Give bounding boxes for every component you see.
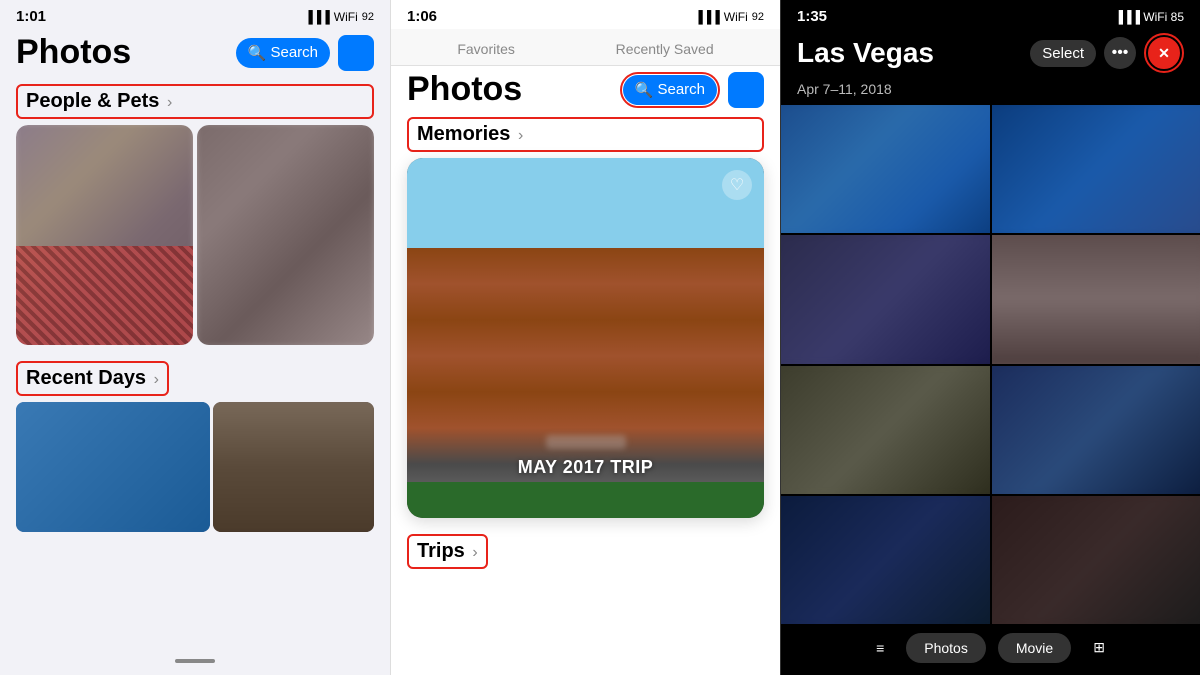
people-pets-box: People & Pets › (16, 84, 374, 119)
grid-cell-5[interactable] (781, 366, 990, 494)
photos-title-1: Photos (16, 33, 131, 72)
person-thumb-1[interactable] (16, 125, 193, 345)
grid-cell-7[interactable] (781, 496, 990, 624)
photo-2 (992, 105, 1200, 233)
scroll-indicator-1 (175, 659, 215, 663)
search-button-1[interactable]: 🔍 Search (236, 38, 330, 68)
album-title: Las Vegas (797, 37, 934, 69)
recent-day-thumbnails (16, 402, 374, 532)
memories-chevron: › (518, 127, 523, 144)
status-bar-1: 1:01 ▐▐▐ WiFi 92 (0, 0, 390, 29)
memory-blur-strip (546, 435, 626, 449)
list-view-button[interactable]: ≡ (866, 633, 894, 663)
close-icon: ✕ (1158, 45, 1170, 62)
signal-icon-2: ▐▐▐ (694, 10, 720, 24)
grid-cell-6[interactable] (992, 366, 1200, 494)
memory-card[interactable]: ♡ MAY 2017 TRIP (407, 158, 764, 518)
memory-label-box: MAY 2017 TRIP (407, 435, 764, 478)
top-tabs: Favorites Recently Saved (391, 29, 780, 66)
close-button-box: ✕ (1144, 33, 1184, 73)
photo-7 (781, 496, 990, 624)
recent-thumb-blur-1 (16, 402, 210, 532)
photos-tab-button[interactable]: Photos (906, 633, 986, 663)
list-icon: ≡ (876, 640, 884, 656)
memories-label[interactable]: Memories › (409, 119, 762, 150)
las-vegas-header: Las Vegas Select ••• ✕ (781, 29, 1200, 81)
photos-header-2: Photos 🔍 Search (391, 66, 780, 117)
memories-box: Memories › (407, 117, 764, 152)
recent-days-box: Recent Days › (16, 361, 169, 396)
search-button-2[interactable]: 🔍 Search (623, 75, 717, 105)
grid-cell-8[interactable] (992, 496, 1200, 624)
close-button[interactable]: ✕ (1148, 37, 1180, 69)
recent-days-section: Recent Days › (0, 353, 390, 532)
face-blur-2 (197, 125, 374, 345)
bottom-bar: ≡ Photos Movie ⊞ (781, 624, 1200, 675)
recent-days-label[interactable]: Recent Days › (18, 363, 167, 394)
search-icon-1: 🔍 (248, 44, 267, 62)
phone-panel-1: 1:01 ▐▐▐ WiFi 92 Photos 🔍 Search People … (0, 0, 390, 675)
memory-title: MAY 2017 TRIP (407, 457, 764, 478)
photos-tab-label: Photos (924, 640, 968, 656)
movie-tab-button[interactable]: Movie (998, 633, 1071, 663)
recent-thumb-blue[interactable] (16, 402, 210, 532)
photo-4 (992, 235, 1200, 363)
avatar-square-1[interactable] (338, 35, 374, 71)
select-button[interactable]: Select (1030, 40, 1096, 67)
recent-days-chevron: › (154, 371, 159, 388)
status-icons-1: ▐▐▐ WiFi 92 (304, 10, 374, 24)
photo-6 (992, 366, 1200, 494)
avatar-square-2[interactable] (728, 72, 764, 108)
status-icons-2: ▐▐▐ WiFi 92 (694, 10, 764, 24)
grid-cell-3[interactable] (781, 235, 990, 363)
movie-tab-label: Movie (1016, 640, 1053, 656)
status-time-2: 1:06 (407, 8, 437, 25)
grid-view-button[interactable]: ⊞ (1083, 632, 1115, 663)
wifi-icon-2: WiFi (724, 10, 748, 24)
photo-5 (781, 366, 990, 494)
trips-box: Trips › (407, 534, 488, 569)
search-icon-2: 🔍 (635, 81, 654, 99)
battery-icon: 92 (362, 11, 374, 23)
status-icons-3: ▐▐▐ WiFi 85 (1114, 10, 1184, 24)
status-time-1: 1:01 (16, 8, 46, 25)
search-button-box: 🔍 Search (620, 72, 720, 108)
photos-title-2: Photos (407, 70, 522, 109)
grid-cell-2[interactable] (992, 105, 1200, 233)
photo-1 (781, 105, 990, 233)
trips-label[interactable]: Trips › (409, 536, 486, 567)
recent-thumb-blur-2 (213, 402, 374, 532)
grid-cell-1[interactable] (781, 105, 990, 233)
photo-grid (781, 105, 1200, 624)
people-pets-chevron: › (167, 94, 172, 111)
tab-favorites[interactable]: Favorites (449, 37, 523, 61)
header-actions: Select ••• ✕ (1030, 33, 1184, 73)
date-range: Apr 7–11, 2018 (781, 81, 1200, 105)
people-pets-label[interactable]: People & Pets › (18, 86, 180, 117)
photo-3 (781, 235, 990, 363)
people-thumbnails (16, 125, 374, 345)
tab-recently-saved[interactable]: Recently Saved (608, 37, 722, 61)
trips-chevron: › (472, 544, 477, 561)
more-button[interactable]: ••• (1104, 37, 1136, 69)
photos-header-1: Photos 🔍 Search (0, 29, 390, 80)
grid-cell-4[interactable] (992, 235, 1200, 363)
trips-section: Trips › (391, 526, 780, 575)
wifi-icon: WiFi (334, 10, 358, 24)
status-time-3: 1:35 (797, 8, 827, 25)
phone-panel-2: 1:06 ▐▐▐ WiFi 92 Favorites Recently Save… (390, 0, 780, 675)
grid-icon: ⊞ (1093, 639, 1105, 656)
signal-icon: ▐▐▐ (304, 10, 330, 24)
status-bar-2: 1:06 ▐▐▐ WiFi 92 (391, 0, 780, 29)
recent-thumb-portrait[interactable] (213, 402, 374, 532)
phone-panel-3: 1:35 ▐▐▐ WiFi 85 Las Vegas Select ••• ✕ … (780, 0, 1200, 675)
more-dots-icon: ••• (1112, 44, 1129, 62)
shirt-pattern (16, 246, 193, 345)
heart-button[interactable]: ♡ (722, 170, 752, 200)
photo-8 (992, 496, 1200, 624)
signal-icon-3: ▐▐▐ WiFi (1114, 10, 1170, 24)
status-bar-3: 1:35 ▐▐▐ WiFi 85 (781, 0, 1200, 29)
person-thumb-2[interactable] (197, 125, 374, 345)
battery-icon-2: 92 (752, 11, 764, 23)
